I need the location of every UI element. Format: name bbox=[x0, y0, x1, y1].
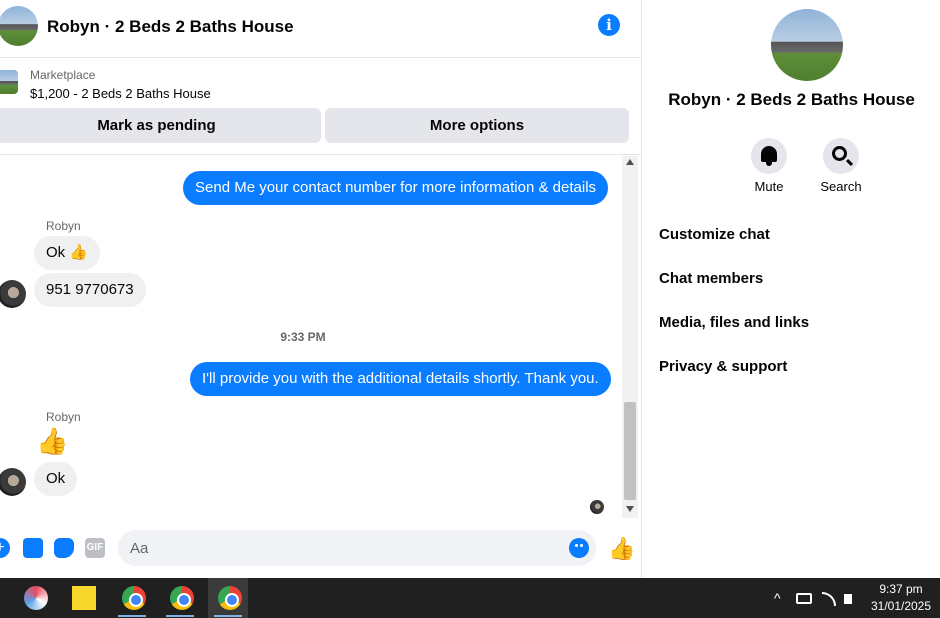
info-panel-title: Robyn · 2 Beds 2 Baths House bbox=[668, 90, 915, 109]
taskbar-snipping-tool[interactable] bbox=[14, 578, 54, 618]
chat-pane: Robyn · 2 Beds 2 Baths House i Marketpla… bbox=[0, 0, 641, 578]
gif-icon[interactable]: GIF bbox=[85, 538, 105, 558]
running-indicator bbox=[118, 615, 146, 617]
menu-media-files-links[interactable]: Media, files and links bbox=[659, 314, 809, 331]
search-button[interactable]: Search bbox=[811, 138, 871, 194]
running-indicator bbox=[166, 615, 194, 617]
chrome-icon bbox=[218, 586, 242, 610]
incoming-message[interactable]: Ok bbox=[34, 462, 78, 496]
message-composer: + GIF 👍 bbox=[0, 520, 641, 578]
menu-privacy-support[interactable]: Privacy & support bbox=[659, 358, 787, 375]
running-indicator bbox=[214, 615, 242, 617]
conversation-avatar-large[interactable] bbox=[771, 9, 843, 81]
incoming-message[interactable]: 951 9770673 bbox=[34, 273, 146, 307]
listing-thumbnail[interactable] bbox=[0, 70, 18, 94]
taskbar-chrome-profile-1[interactable] bbox=[112, 578, 152, 618]
tray-chevron-icon[interactable]: ^ bbox=[774, 590, 781, 606]
taskbar-chrome-profile-3[interactable] bbox=[208, 578, 248, 618]
conversation-title[interactable]: Robyn · 2 Beds 2 Baths House bbox=[47, 17, 294, 37]
speaker-icon[interactable] bbox=[844, 594, 852, 604]
mark-as-pending-button[interactable]: Mark as pending bbox=[0, 108, 321, 143]
outgoing-message[interactable]: I'll provide you with the additional det… bbox=[190, 362, 611, 396]
marketplace-label: Marketplace bbox=[30, 68, 96, 82]
conversation-info-panel: Robyn · 2 Beds 2 Baths House Mute Search… bbox=[641, 0, 940, 578]
outgoing-message[interactable]: Send Me your contact number for more inf… bbox=[183, 171, 609, 205]
chat-header: Robyn · 2 Beds 2 Baths House i bbox=[0, 0, 641, 58]
message-input[interactable] bbox=[118, 530, 596, 566]
clock-time[interactable]: 9:37 pm bbox=[870, 582, 932, 596]
scroll-thumb[interactable] bbox=[624, 402, 636, 500]
sticker-icon[interactable] bbox=[54, 538, 74, 558]
message-list: Send Me your contact number for more inf… bbox=[0, 156, 622, 518]
taskbar-sticky-notes[interactable] bbox=[62, 578, 102, 618]
scroll-down-arrow-icon[interactable] bbox=[626, 506, 634, 512]
message-timestamp: 9:33 PM bbox=[280, 330, 326, 344]
sender-avatar[interactable] bbox=[0, 468, 26, 496]
menu-chat-members[interactable]: Chat members bbox=[659, 270, 763, 287]
battery-icon[interactable] bbox=[796, 593, 812, 604]
mute-circle[interactable] bbox=[751, 138, 787, 174]
chrome-icon bbox=[170, 586, 194, 610]
marketplace-banner: Marketplace $1,200 - 2 Beds 2 Baths Hous… bbox=[0, 58, 641, 155]
menu-customize-chat[interactable]: Customize chat bbox=[659, 226, 770, 243]
sender-avatar[interactable] bbox=[0, 280, 26, 308]
photo-icon[interactable] bbox=[23, 538, 43, 558]
search-circle[interactable] bbox=[823, 138, 859, 174]
incoming-message[interactable]: Ok 👍 bbox=[34, 236, 101, 270]
search-icon bbox=[832, 146, 847, 161]
emoji-icon[interactable] bbox=[569, 538, 589, 558]
thumbs-up-icon[interactable]: 👍 bbox=[608, 536, 635, 562]
sticky-notes-icon bbox=[72, 586, 96, 610]
sender-name: Robyn bbox=[46, 410, 81, 424]
search-label: Search bbox=[820, 179, 862, 194]
taskbar-chrome-profile-2[interactable] bbox=[160, 578, 200, 618]
message-scrollbar[interactable] bbox=[622, 156, 638, 518]
clock-date[interactable]: 31/01/2025 bbox=[866, 599, 936, 613]
read-receipt-avatar bbox=[590, 500, 604, 514]
snipping-tool-icon bbox=[24, 586, 48, 610]
info-icon[interactable]: i bbox=[598, 14, 620, 36]
sender-name: Robyn bbox=[46, 219, 81, 233]
wifi-icon[interactable] bbox=[822, 592, 836, 606]
more-options-button[interactable]: More options bbox=[325, 108, 629, 143]
messenger-window: Robyn · 2 Beds 2 Baths House i Marketpla… bbox=[0, 0, 940, 578]
scroll-up-arrow-icon[interactable] bbox=[626, 159, 634, 165]
thumbs-up-message[interactable]: 👍 bbox=[36, 426, 68, 457]
plus-icon[interactable]: + bbox=[0, 538, 10, 558]
listing-title[interactable]: $1,200 - 2 Beds 2 Baths House bbox=[30, 86, 211, 101]
conversation-avatar[interactable] bbox=[0, 6, 38, 46]
windows-taskbar: ^ 9:37 pm 31/01/2025 bbox=[0, 578, 940, 618]
mute-button[interactable]: Mute bbox=[739, 138, 799, 194]
chrome-icon bbox=[122, 586, 146, 610]
bell-icon bbox=[761, 146, 777, 166]
mute-label: Mute bbox=[754, 179, 784, 194]
